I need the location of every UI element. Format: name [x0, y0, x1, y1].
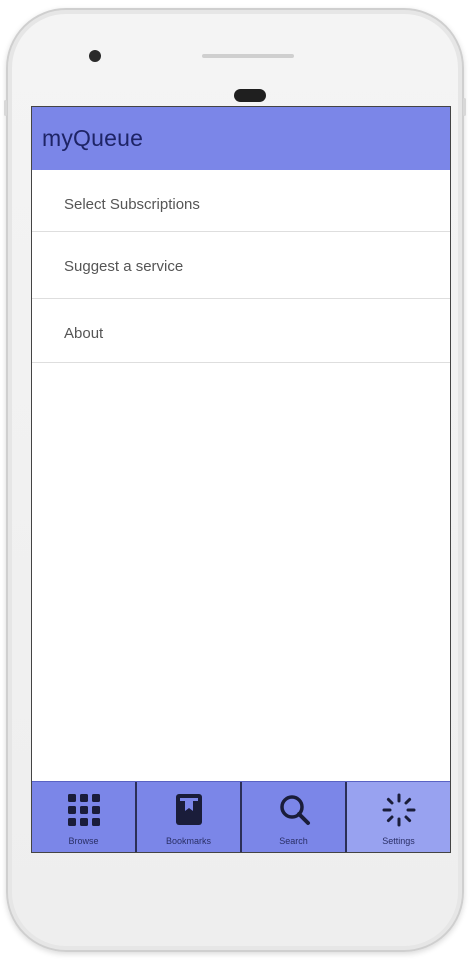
- earpiece-line: [202, 54, 294, 58]
- front-camera: [89, 50, 101, 62]
- spinner-icon: [382, 793, 415, 827]
- menu-item-label: About: [64, 325, 104, 342]
- tab-label: Search: [279, 836, 308, 846]
- tab-settings[interactable]: Settings: [347, 782, 450, 852]
- grid-icon: [67, 794, 100, 826]
- tab-bookmarks[interactable]: Bookmarks: [137, 782, 242, 852]
- menu-item-about[interactable]: About: [32, 299, 450, 363]
- side-button-right: [463, 98, 466, 116]
- menu-item-label: Suggest a service: [64, 258, 184, 275]
- tab-label: Browse: [68, 836, 99, 846]
- tab-label: Bookmarks: [165, 836, 211, 846]
- earpiece-speaker: [234, 89, 266, 102]
- side-button-left: [4, 100, 7, 116]
- bottom-navigation: Browse Bookmarks Search Settings: [32, 781, 450, 852]
- phone-screen: myQueue Select Subscriptions Suggest a s…: [31, 106, 451, 853]
- app-bar: myQueue: [32, 107, 450, 170]
- settings-menu: Select Subscriptions Suggest a service A…: [32, 170, 450, 363]
- tab-browse[interactable]: Browse: [32, 782, 137, 852]
- tab-search[interactable]: Search: [242, 782, 347, 852]
- menu-item-suggest-service[interactable]: Suggest a service: [32, 232, 450, 299]
- bookmark-icon: [175, 794, 202, 825]
- tab-label: Settings: [382, 836, 415, 846]
- app-title: myQueue: [42, 125, 144, 151]
- menu-item-select-subscriptions[interactable]: Select Subscriptions: [32, 170, 450, 232]
- menu-item-label: Select Subscriptions: [64, 196, 200, 213]
- search-icon: [279, 795, 310, 825]
